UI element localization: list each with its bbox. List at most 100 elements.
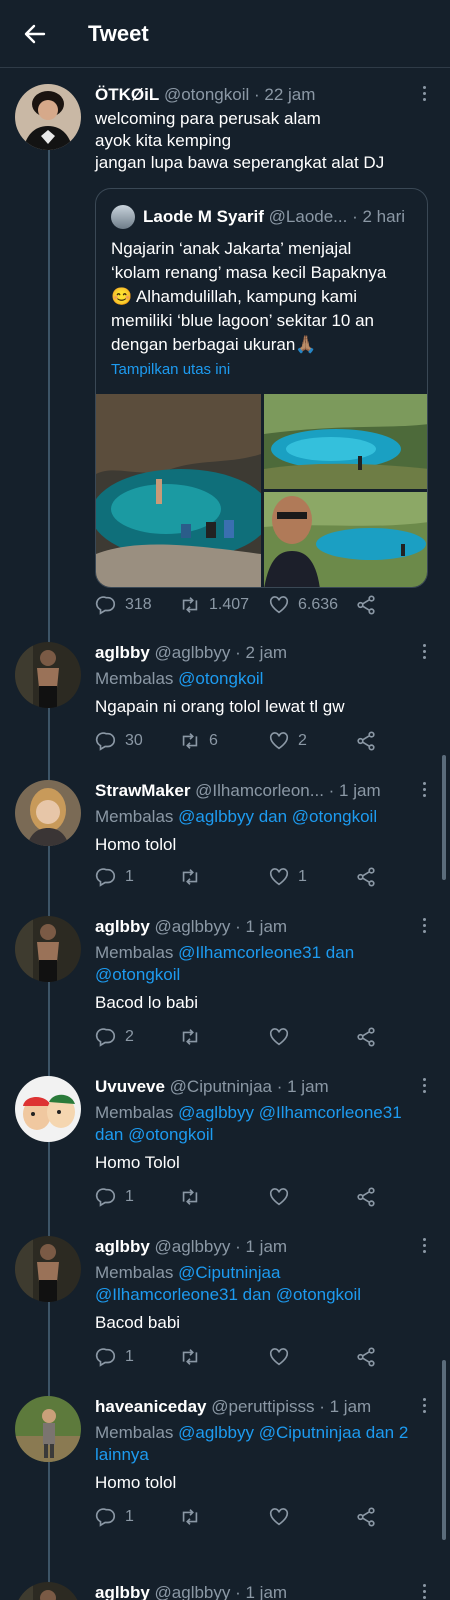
mention-link[interactable]: @otongkoil: [95, 965, 180, 984]
user-handle[interactable]: @Ilhamcorleon...: [195, 781, 324, 800]
share-button[interactable]: [355, 730, 377, 752]
mention-link[interactable]: @Ilhamcorleone31 dan @otongkoil: [95, 1285, 361, 1304]
user-handle[interactable]: @peruttipisss: [211, 1397, 314, 1416]
mention-link[interactable]: lainnya: [95, 1445, 149, 1464]
user-handle[interactable]: @Ciputninjaa: [170, 1077, 272, 1096]
avatar[interactable]: [15, 916, 81, 982]
display-name[interactable]: aglbby: [95, 917, 150, 936]
share-icon: [357, 1027, 375, 1047]
display-name[interactable]: aglbby: [95, 1237, 150, 1256]
timestamp[interactable]: · 22 jam: [254, 85, 315, 104]
tweet-actions: 1: [95, 1504, 390, 1530]
timestamp[interactable]: · 1 jam: [277, 1077, 329, 1096]
display-name[interactable]: haveaniceday: [95, 1397, 207, 1416]
retweet-button[interactable]: [179, 1346, 201, 1368]
quoted-tweet[interactable]: Laode M Syarif @Laode... · 2 hari Ngajar…: [95, 188, 428, 588]
reply-button[interactable]: 1: [95, 866, 134, 888]
tweet-meta: ÖTKØiL @otongkoil · 22 jam: [95, 84, 438, 106]
more-options-icon[interactable]: [418, 1076, 430, 1096]
media-photo[interactable]: [264, 492, 428, 588]
avatar[interactable]: [15, 1582, 81, 1600]
quote-text: Ngajarin ‘anak Jakarta’ menjajal ‘kolam …: [111, 237, 415, 357]
tweet-actions: 1 1: [95, 864, 390, 890]
scrollbar-thumb[interactable]: [442, 755, 446, 880]
reply-button[interactable]: 2: [95, 1026, 134, 1048]
retweet-button[interactable]: [179, 1506, 201, 1528]
timestamp[interactable]: · 2 jam: [235, 643, 287, 662]
avatar[interactable]: [15, 1236, 81, 1302]
more-options-icon[interactable]: [418, 780, 430, 800]
display-name[interactable]: StrawMaker: [95, 781, 190, 800]
avatar[interactable]: [15, 1076, 81, 1142]
show-thread-link[interactable]: Tampilkan utas ini: [111, 361, 230, 378]
reply-button[interactable]: 30: [95, 730, 143, 752]
reply-button[interactable]: 1: [95, 1186, 134, 1208]
media-photo[interactable]: [264, 394, 428, 489]
user-handle[interactable]: @aglbbyy: [155, 917, 231, 936]
share-button[interactable]: [355, 1026, 377, 1048]
retweet-button[interactable]: [179, 866, 209, 888]
share-button[interactable]: [355, 1186, 377, 1208]
avatar[interactable]: [15, 780, 81, 846]
reply-count: 1: [125, 1508, 134, 1525]
heart-icon: [269, 1348, 289, 1366]
back-button[interactable]: [22, 21, 48, 47]
media-grid[interactable]: [96, 394, 428, 588]
retweet-button[interactable]: 1.407: [179, 594, 249, 616]
share-button[interactable]: [355, 866, 377, 888]
more-options-icon[interactable]: [418, 642, 430, 662]
avatar[interactable]: [15, 1396, 81, 1462]
like-button[interactable]: [268, 1506, 290, 1528]
like-button[interactable]: [268, 1186, 290, 1208]
reply-button[interactable]: 318: [95, 594, 152, 616]
more-options-icon[interactable]: [418, 916, 430, 936]
user-handle[interactable]: @aglbbyy: [155, 1583, 231, 1600]
like-button[interactable]: [268, 1346, 290, 1368]
mention-link[interactable]: @aglbbyy @Ciputninjaa dan 2: [178, 1423, 408, 1442]
more-options-icon[interactable]: [418, 1396, 430, 1416]
more-options-icon[interactable]: [418, 84, 430, 104]
mention-link[interactable]: @Ciputninjaa: [178, 1263, 280, 1282]
user-handle[interactable]: @aglbbyy: [155, 1237, 231, 1256]
share-button[interactable]: [355, 1346, 377, 1368]
arrow-left-icon: [24, 24, 46, 43]
mention-link[interactable]: @otongkoil: [178, 669, 263, 688]
user-handle[interactable]: @otongkoil: [164, 85, 249, 104]
timestamp[interactable]: · 1 jam: [235, 1583, 287, 1600]
reply-button[interactable]: 1: [95, 1346, 134, 1368]
heart-icon: [269, 868, 289, 886]
timestamp[interactable]: · 1 jam: [319, 1397, 371, 1416]
mention-link[interactable]: dan @otongkoil: [95, 1125, 213, 1144]
display-name[interactable]: ÖTKØiL: [95, 85, 159, 104]
timestamp[interactable]: · 1 jam: [235, 917, 287, 936]
like-button[interactable]: 2: [268, 730, 307, 752]
mention-link[interactable]: @aglbbyy dan @otongkoil: [178, 807, 377, 826]
reply-icon: [95, 732, 116, 751]
share-button[interactable]: [355, 1506, 377, 1528]
avatar[interactable]: [15, 84, 81, 150]
retweet-button[interactable]: [179, 1026, 201, 1048]
like-button[interactable]: 1: [268, 866, 307, 888]
like-button[interactable]: [268, 1026, 290, 1048]
retweet-button[interactable]: [179, 1186, 201, 1208]
timestamp[interactable]: · 1 jam: [235, 1237, 287, 1256]
display-name[interactable]: Uvuveve: [95, 1077, 165, 1096]
retweet-button[interactable]: 6: [179, 730, 218, 752]
avatar[interactable]: [15, 642, 81, 708]
like-button[interactable]: 6.636: [268, 594, 338, 616]
share-button[interactable]: [355, 594, 377, 616]
media-photo[interactable]: [96, 394, 271, 588]
mention-link[interactable]: @aglbbyy @Ilhamcorleone31: [178, 1103, 402, 1122]
tweet-line: jangan lupa bawa seperangkat alat DJ: [95, 153, 385, 172]
scrollbar-thumb[interactable]: [442, 1360, 446, 1540]
user-handle[interactable]: @aglbbyy: [155, 643, 231, 662]
mention-link[interactable]: @Ilhamcorleone31 dan: [178, 943, 354, 962]
more-options-icon[interactable]: [418, 1582, 430, 1600]
display-name[interactable]: aglbby: [95, 643, 150, 662]
reply-button[interactable]: 1: [95, 1506, 134, 1528]
tweet-meta: haveaniceday @peruttipisss · 1 jam: [95, 1396, 438, 1418]
share-icon: [357, 1347, 375, 1367]
more-options-icon[interactable]: [418, 1236, 430, 1256]
timestamp[interactable]: · 1 jam: [329, 781, 381, 800]
display-name[interactable]: aglbby: [95, 1583, 150, 1600]
